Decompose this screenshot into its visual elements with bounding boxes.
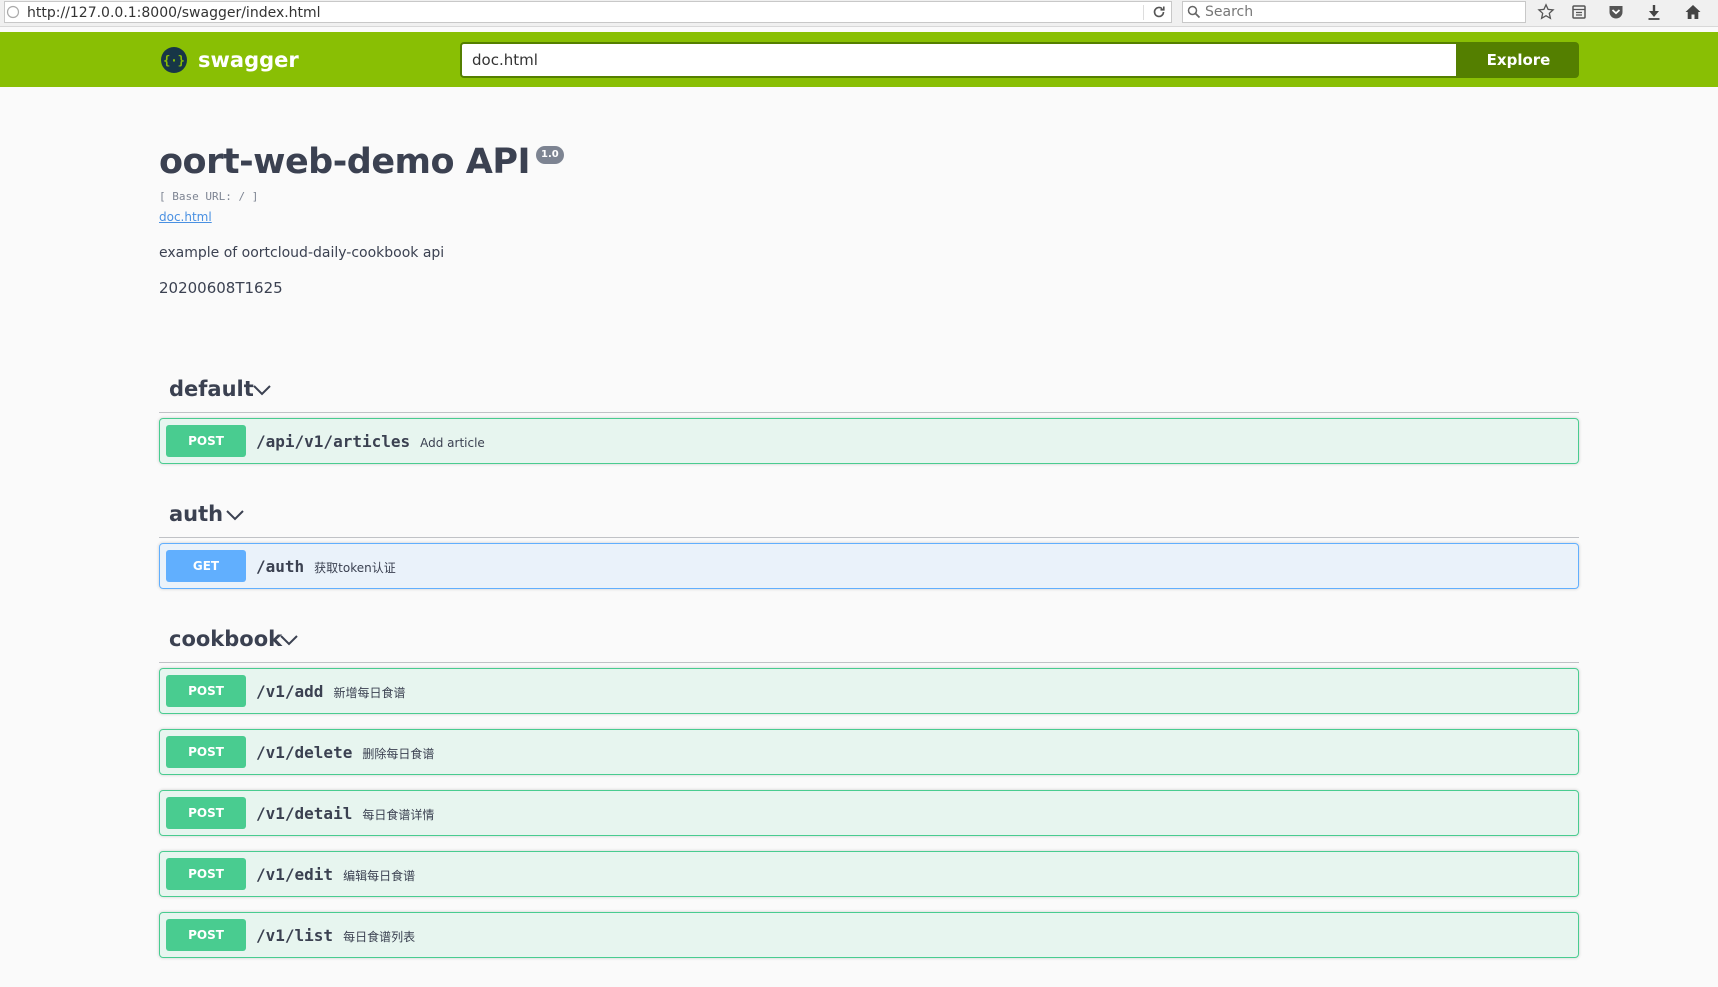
spec-url-input[interactable] [460, 42, 1458, 78]
tag-header-cookbook[interactable]: cookbook [159, 615, 1579, 663]
operation-path: /auth 获取token认证 [256, 557, 396, 576]
reload-icon[interactable] [1151, 4, 1167, 20]
operation-summary: 删除每日食谱 [362, 747, 435, 761]
base-url: [ Base URL: / ] [159, 190, 259, 203]
method-badge: POST [166, 858, 246, 890]
address-bar[interactable]: http://127.0.0.1:8000/swagger/index.html [4, 1, 1172, 23]
pocket-icon[interactable] [1607, 3, 1625, 21]
explore-button[interactable]: Explore [1458, 42, 1579, 78]
page-icon [6, 5, 20, 19]
api-description: example of oortcloud-daily-cookbook api [159, 245, 445, 261]
operation-path: /v1/add 新增每日食谱 [256, 682, 406, 701]
spec-link[interactable]: doc.html [159, 210, 212, 224]
version-badge: 1.0 [536, 146, 564, 164]
opblock-post-articles[interactable]: POST /api/v1/articles Add article [159, 418, 1579, 464]
api-info: oort-web-demo API 1.0 [ Base URL: / ] do… [159, 140, 1579, 297]
method-badge: POST [166, 736, 246, 768]
swagger-topbar: {·} swagger Explore [0, 32, 1718, 87]
operation-summary: Add article [420, 436, 485, 450]
url-text[interactable]: http://127.0.0.1:8000/swagger/index.html [27, 5, 321, 21]
swagger-logo[interactable]: {·} swagger [160, 46, 299, 74]
search-icon [1187, 5, 1201, 19]
home-icon[interactable] [1684, 3, 1702, 21]
browser-toolbar: http://127.0.0.1:8000/swagger/index.html [0, 0, 1718, 27]
svg-text:{·}: {·} [163, 54, 185, 68]
opblock-post-add[interactable]: POST /v1/add 新增每日食谱 [159, 668, 1579, 714]
method-badge: POST [166, 675, 246, 707]
operation-summary: 每日食谱列表 [343, 930, 416, 944]
operation-summary: 新增每日食谱 [333, 686, 406, 700]
tag-name: auth [169, 502, 224, 526]
swagger-logo-icon: {·} [161, 47, 187, 73]
logo-text: swagger [198, 48, 299, 72]
operation-summary: 获取token认证 [314, 561, 396, 575]
api-title: oort-web-demo API [159, 142, 531, 182]
operation-summary: 每日食谱详情 [362, 808, 435, 822]
tag-header-auth[interactable]: auth [159, 490, 1579, 538]
opblock-post-edit[interactable]: POST /v1/edit 编辑每日食谱 [159, 851, 1579, 897]
opblock-post-detail[interactable]: POST /v1/detail 每日食谱详情 [159, 790, 1579, 836]
chevron-down-icon[interactable] [252, 383, 272, 397]
operation-path: /v1/list 每日食谱列表 [256, 926, 416, 945]
operation-summary: 编辑每日食谱 [343, 869, 416, 883]
tag-name: default [169, 377, 254, 401]
url-divider [1143, 5, 1144, 20]
build-version: 20200608T1625 [159, 279, 283, 297]
tag-header-default[interactable]: default [159, 365, 1579, 413]
title-row: oort-web-demo API 1.0 [159, 140, 1579, 184]
download-icon[interactable] [1645, 3, 1663, 21]
operation-path: /v1/detail 每日食谱详情 [256, 804, 435, 823]
operation-path: /v1/delete 删除每日食谱 [256, 743, 435, 762]
search-input[interactable] [1205, 3, 1515, 21]
opblock-post-list[interactable]: POST /v1/list 每日食谱列表 [159, 912, 1579, 958]
chevron-down-icon[interactable] [225, 508, 245, 522]
method-badge: POST [166, 919, 246, 951]
browser-search-box[interactable] [1182, 1, 1526, 23]
chevron-down-icon[interactable] [279, 633, 299, 647]
opblock-get-auth[interactable]: GET /auth 获取token认证 [159, 543, 1579, 589]
operation-path: /v1/edit 编辑每日食谱 [256, 865, 416, 884]
method-badge: POST [166, 797, 246, 829]
tag-name: cookbook [169, 627, 283, 651]
reading-list-icon[interactable] [1570, 3, 1588, 21]
opblock-post-delete[interactable]: POST /v1/delete 删除每日食谱 [159, 729, 1579, 775]
method-badge: POST [166, 425, 246, 457]
bookmark-star-icon[interactable] [1537, 3, 1555, 21]
operation-path: /api/v1/articles Add article [256, 432, 485, 451]
method-badge: GET [166, 550, 246, 582]
